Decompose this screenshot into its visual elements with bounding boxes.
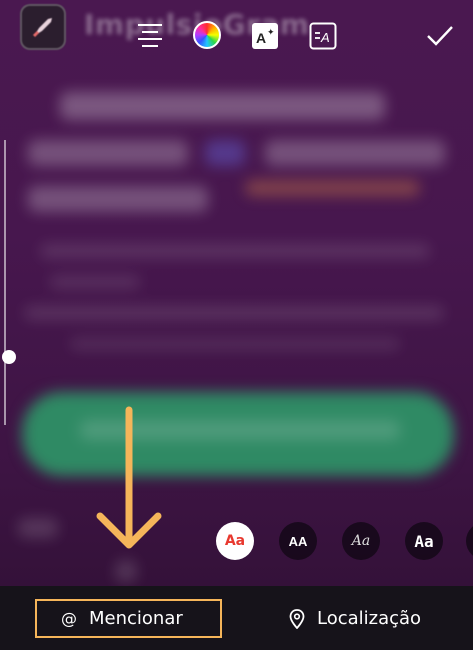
location-pin-icon — [289, 608, 305, 629]
app-logo-icon — [20, 4, 66, 50]
mention-label: Mencionar — [89, 608, 183, 629]
font-more-button[interactable] — [466, 522, 473, 560]
font-style-picker: Aa AA Aa Aa — [0, 522, 473, 562]
bottom-bar: @ Mencionar Localização — [0, 586, 473, 650]
svg-text:A: A — [256, 30, 266, 46]
mention-button[interactable]: @ Mencionar — [35, 599, 222, 638]
at-icon: @ — [61, 609, 77, 628]
font-script-button[interactable]: Aa — [342, 522, 380, 560]
svg-text:A: A — [320, 30, 330, 45]
svg-text:✦: ✦ — [267, 27, 275, 37]
font-typewriter-button[interactable]: Aa — [405, 522, 443, 560]
blurred-background — [0, 0, 473, 586]
font-strong-button[interactable]: AA — [279, 522, 317, 560]
text-effect-icon[interactable]: A ✦ — [251, 22, 279, 50]
text-style-icon[interactable]: A — [309, 22, 337, 50]
font-classic-button[interactable]: Aa — [216, 522, 254, 560]
location-button[interactable]: Localização — [289, 599, 421, 638]
text-size-slider-knob[interactable] — [2, 350, 16, 364]
text-size-slider[interactable] — [2, 140, 16, 425]
checkmark-icon[interactable] — [426, 24, 454, 48]
color-wheel-icon[interactable] — [193, 21, 221, 49]
story-canvas: ImpulsioGram A ✦ A — [0, 0, 473, 586]
align-icon[interactable] — [137, 22, 163, 50]
location-label: Localização — [317, 608, 422, 629]
top-toolbar: ImpulsioGram A ✦ A — [0, 0, 473, 78]
